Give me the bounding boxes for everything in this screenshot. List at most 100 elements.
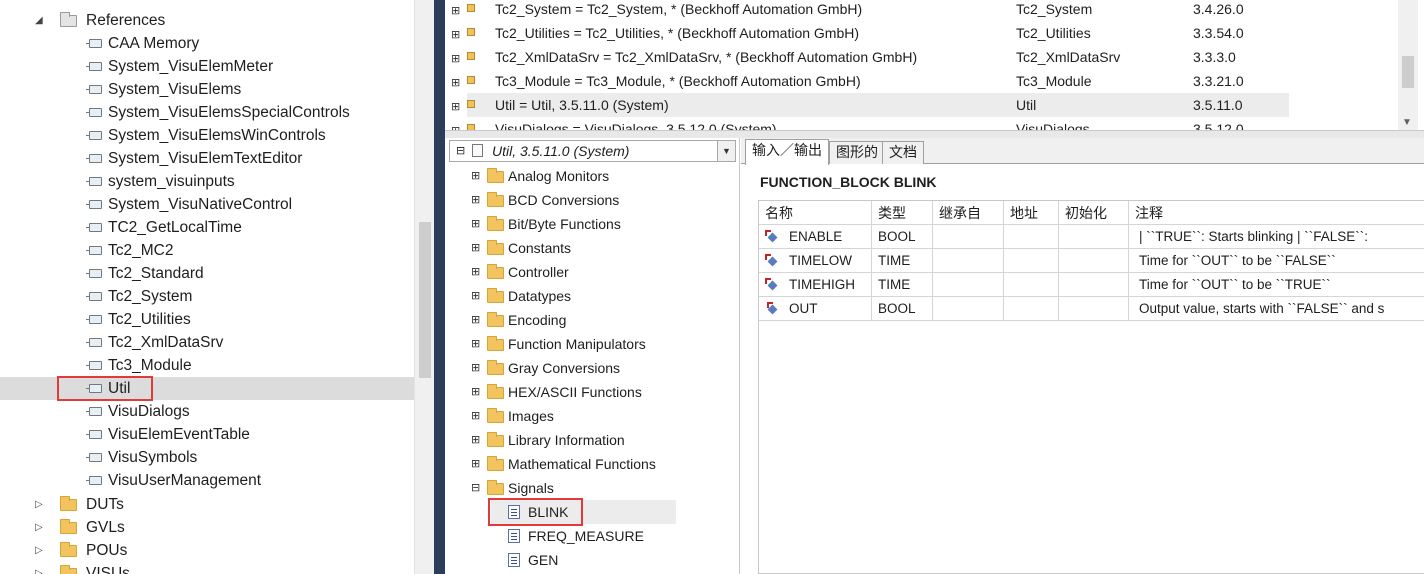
scrollbar-thumb[interactable] bbox=[1402, 56, 1414, 88]
library-reference-row[interactable]: ⊞ Util = Util, 3.5.11.0 (System) Util 3.5.1… bbox=[445, 96, 1400, 120]
expand-icon[interactable]: ⊞ bbox=[451, 74, 460, 92]
tree-node-reference[interactable]: Tc2_System bbox=[0, 285, 414, 308]
library-folder-node[interactable]: ⊞ Mathematical Functions bbox=[445, 452, 735, 476]
left-tree-scrollbar[interactable] bbox=[414, 0, 434, 574]
expand-icon[interactable]: ⊞ bbox=[471, 260, 480, 284]
tree-node-references[interactable]: ◢ References bbox=[0, 9, 414, 32]
variable-row[interactable]: ENABLE BOOL | ``TRUE``: Starts blinking | … bbox=[759, 225, 1424, 249]
tree-node-folder[interactable]: ▷ POUs bbox=[0, 539, 414, 562]
library-folder-node[interactable]: ⊟ Signals bbox=[445, 476, 735, 500]
library-folder-node[interactable]: ⊞ Controller bbox=[445, 260, 735, 284]
column-header-address[interactable]: 地址 bbox=[1004, 201, 1059, 225]
variable-row[interactable]: OUT BOOL Output value, starts with ``FALSE… bbox=[759, 297, 1424, 321]
tree-node-reference[interactable]: system_visuinputs bbox=[0, 170, 414, 193]
expand-icon[interactable]: ⊞ bbox=[451, 122, 460, 130]
tree-node-reference[interactable]: Tc2_Standard bbox=[0, 262, 414, 285]
tree-node-folder[interactable]: ▷ GVLs bbox=[0, 516, 414, 539]
expand-arrow-icon[interactable]: ◢ bbox=[35, 9, 43, 32]
expand-arrow-icon[interactable]: ▷ bbox=[35, 516, 43, 539]
scroll-down-icon[interactable]: ▼ bbox=[1402, 117, 1412, 128]
column-header-init[interactable]: 初始化 bbox=[1059, 201, 1129, 225]
tree-node-folder[interactable]: ▷ DUTs bbox=[0, 493, 414, 516]
expand-icon[interactable]: ⊞ bbox=[471, 164, 480, 188]
tree-node-reference[interactable]: CAA Memory bbox=[0, 32, 414, 55]
expand-icon[interactable]: ⊞ bbox=[471, 380, 480, 404]
expand-arrow-icon[interactable]: ▷ bbox=[35, 539, 43, 562]
library-version: 3.3.21.0 bbox=[1193, 73, 1244, 89]
expand-icon[interactable]: ⊞ bbox=[471, 428, 480, 452]
expand-icon[interactable]: ⊞ bbox=[471, 308, 480, 332]
library-reference-row[interactable]: ⊞ Tc2_System = Tc2_System, * (Beckhoff Au… bbox=[445, 0, 1400, 24]
column-header-type[interactable]: 类型 bbox=[872, 201, 933, 225]
tree-node-reference[interactable]: Tc2_XmlDataSrv bbox=[0, 331, 414, 354]
column-header-name[interactable]: 名称 bbox=[759, 201, 872, 225]
library-folder-node[interactable]: ⊞ HEX/ASCII Functions bbox=[445, 380, 735, 404]
chevron-down-icon[interactable]: ▼ bbox=[717, 141, 735, 161]
horizontal-splitter[interactable] bbox=[445, 130, 1424, 138]
expand-icon[interactable]: ⊞ bbox=[471, 284, 480, 308]
tree-node-reference[interactable]: VisuDialogs bbox=[0, 400, 414, 423]
variable-row[interactable]: TIMEHIGH TIME Time for ``OUT`` to be ``TRU… bbox=[759, 273, 1424, 297]
expand-icon[interactable]: ⊞ bbox=[471, 212, 480, 236]
library-folder-node[interactable]: ⊞ Function Manipulators bbox=[445, 332, 735, 356]
expand-icon[interactable]: ⊞ bbox=[451, 98, 460, 116]
library-reference-row[interactable]: ⊞ VisuDialogs = VisuDialogs, 3.5.12.0 (Sy… bbox=[445, 120, 1400, 130]
tab-documentation[interactable]: 文档 bbox=[882, 141, 924, 164]
tree-node-reference[interactable]: System_VisuNativeControl bbox=[0, 193, 414, 216]
library-folder-node[interactable]: ⊞ Gray Conversions bbox=[445, 356, 735, 380]
expand-icon[interactable]: ⊞ bbox=[451, 26, 460, 44]
expand-icon[interactable]: ⊞ bbox=[471, 236, 480, 260]
expand-icon[interactable]: ⊞ bbox=[471, 356, 480, 380]
pou-node[interactable]: FREQ_MEASURE bbox=[445, 524, 735, 548]
expand-icon[interactable]: ⊞ bbox=[451, 2, 460, 20]
library-reference-row[interactable]: ⊞ Tc2_XmlDataSrv = Tc2_XmlDataSrv, * (Bec… bbox=[445, 48, 1400, 72]
expand-icon[interactable]: ⊞ bbox=[471, 332, 480, 356]
library-name: Util = Util, 3.5.11.0 (System) bbox=[495, 97, 669, 113]
tree-node-reference[interactable]: VisuUserManagement bbox=[0, 469, 414, 492]
library-selector-combo[interactable]: ⊟ Util, 3.5.11.0 (System) ▼ bbox=[449, 140, 736, 162]
library-list-scrollbar[interactable]: ▼ bbox=[1398, 0, 1418, 130]
tree-node-reference[interactable]: VisuSymbols bbox=[0, 446, 414, 469]
tree-node-folder[interactable]: ▷ VISUs bbox=[0, 562, 414, 574]
tree-node-reference[interactable]: System_VisuElems bbox=[0, 78, 414, 101]
variable-row[interactable]: TIMELOW TIME Time for ``OUT`` to be ``FALS… bbox=[759, 249, 1424, 273]
library-folder-node[interactable]: ⊞ BCD Conversions bbox=[445, 188, 735, 212]
tree-node-reference[interactable]: System_VisuElemsWinControls bbox=[0, 124, 414, 147]
library-folder-node[interactable]: ⊞ Datatypes bbox=[445, 284, 735, 308]
library-folder-node[interactable]: ⊞ Images bbox=[445, 404, 735, 428]
library-folder-node[interactable]: ⊞ Constants bbox=[445, 236, 735, 260]
expand-icon[interactable]: ⊞ bbox=[451, 50, 460, 68]
expand-icon[interactable]: ⊞ bbox=[471, 452, 480, 476]
collapse-icon[interactable]: ⊟ bbox=[456, 144, 465, 157]
tree-node-reference[interactable]: Tc2_Utilities bbox=[0, 308, 414, 331]
tab-graphical[interactable]: 图形的 bbox=[829, 141, 885, 164]
tree-node-reference[interactable]: Tc2_MC2 bbox=[0, 239, 414, 262]
reference-icon bbox=[86, 154, 102, 163]
tree-node-reference[interactable]: System_VisuElemMeter bbox=[0, 55, 414, 78]
folder-icon bbox=[487, 336, 504, 351]
column-header-inherited[interactable]: 继承自 bbox=[933, 201, 1004, 225]
library-version: 3.5.12.0 bbox=[1193, 121, 1244, 130]
pou-node[interactable]: GEN bbox=[445, 548, 735, 572]
library-folder-node[interactable]: ⊞ Analog Monitors bbox=[445, 164, 735, 188]
library-folder-node[interactable]: ⊞ Library Information bbox=[445, 428, 735, 452]
expand-icon[interactable]: ⊞ bbox=[471, 404, 480, 428]
column-header-comment[interactable]: 注释 bbox=[1129, 201, 1424, 225]
expand-icon[interactable]: ⊟ bbox=[471, 476, 480, 500]
expand-arrow-icon[interactable]: ▷ bbox=[35, 493, 43, 516]
tree-node-reference[interactable]: Tc3_Module bbox=[0, 354, 414, 377]
splitter[interactable] bbox=[434, 0, 445, 574]
tree-node-reference[interactable]: System_VisuElemsSpecialControls bbox=[0, 101, 414, 124]
library-name: Tc2_System = Tc2_System, * (Beckhoff Aut… bbox=[495, 1, 863, 17]
tree-node-reference[interactable]: TC2_GetLocalTime bbox=[0, 216, 414, 239]
library-namespace: VisuDialogs bbox=[1016, 121, 1090, 130]
expand-icon[interactable]: ⊞ bbox=[471, 188, 480, 212]
tree-node-reference[interactable]: System_VisuElemTextEditor bbox=[0, 147, 414, 170]
tab-inputs-outputs[interactable]: 输入／输出 bbox=[745, 139, 829, 165]
library-folder-node[interactable]: ⊞ Encoding bbox=[445, 308, 735, 332]
library-reference-row[interactable]: ⊞ Tc2_Utilities = Tc2_Utilities, * (Beckh… bbox=[445, 24, 1400, 48]
tree-node-reference[interactable]: VisuElemEventTable bbox=[0, 423, 414, 446]
scrollbar-thumb[interactable] bbox=[419, 222, 431, 378]
library-folder-node[interactable]: ⊞ Bit/Byte Functions bbox=[445, 212, 735, 236]
expand-arrow-icon[interactable]: ▷ bbox=[35, 562, 43, 574]
